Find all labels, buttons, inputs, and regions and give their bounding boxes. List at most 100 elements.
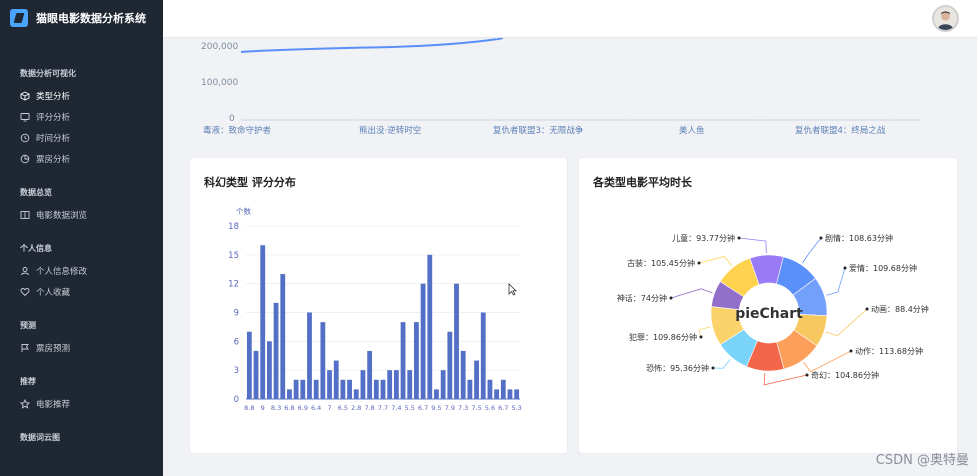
bar[interactable] — [460, 350, 466, 399]
sidebar-item-rating-analysis[interactable]: 评分分析 — [0, 106, 163, 127]
heart-icon — [20, 287, 30, 297]
bar[interactable] — [454, 283, 459, 399]
bar[interactable] — [287, 389, 292, 399]
label-line — [670, 288, 713, 299]
label-line — [802, 237, 822, 264]
sidebar-item-movie-recommend[interactable]: 电影推荐 — [0, 393, 163, 414]
bar[interactable] — [320, 322, 326, 399]
bar[interactable] — [440, 370, 446, 399]
sidebar-item-label: 个人收藏 — [36, 287, 71, 298]
logo-icon — [10, 9, 28, 27]
avatar[interactable] — [932, 5, 959, 32]
label-dot — [819, 236, 823, 240]
x-tick-label: 6.7 — [498, 404, 508, 412]
label-line — [803, 350, 852, 373]
bar[interactable] — [367, 350, 373, 399]
label-dot — [843, 266, 847, 270]
bar[interactable] — [333, 360, 339, 399]
bar[interactable] — [420, 283, 426, 399]
x-tick-label: 6.9 — [298, 404, 308, 412]
bar[interactable] — [467, 379, 473, 399]
bar[interactable] — [480, 312, 486, 400]
bar[interactable] — [400, 322, 406, 399]
nav-group-wordcloud: 数据词云图 — [20, 433, 60, 442]
nav-group-recommend: 推荐 — [20, 377, 36, 386]
bar[interactable] — [340, 379, 346, 399]
bar[interactable] — [474, 360, 479, 399]
y-tick-label: 3 — [234, 366, 239, 376]
x-tick-label: 9.5 — [431, 404, 441, 412]
x-tick-label: 5.5 — [405, 404, 415, 412]
rating-bar-chart: 个数 0 3 6 9 12 15 18 8.8 9 8.3 6.8 6.9 6.4 7 6.5 2.8 7.8 7.… — [228, 206, 522, 412]
x-tick-label: 6.5 — [338, 404, 348, 412]
bar[interactable] — [253, 350, 259, 399]
x-tick-label: 毒液：致命守护者 — [203, 126, 272, 136]
top-boxoffice-chart: 200,000 100,000 0 毒液：致命守护者 熊出没·逆转时空 复仇者联… — [163, 38, 977, 142]
bar[interactable] — [293, 379, 299, 399]
pie-label: 爱情：109.68分钟 — [849, 263, 917, 273]
rating-distribution-card: 科幻类型 评分分布 个数 0 3 6 9 12 15 18 8.8 9 8.3 6.8 6.9 6.4 7 6… — [189, 157, 568, 454]
bar[interactable] — [514, 389, 520, 399]
bar[interactable] — [380, 379, 386, 399]
sidebar-item-movie-browse[interactable]: 电影数据浏览 — [0, 204, 163, 225]
bar[interactable] — [300, 379, 306, 399]
sidebar-item-time-analysis[interactable]: 时间分析 — [0, 127, 163, 148]
y-tick-label: 15 — [228, 251, 239, 261]
x-tick-label: 复仇者联盟3：无限战争 — [493, 126, 584, 136]
bar[interactable] — [487, 379, 493, 399]
sidebar-item-label: 电影推荐 — [36, 399, 71, 410]
bar[interactable] — [360, 370, 366, 399]
label-dot — [669, 296, 673, 300]
label-line — [763, 372, 808, 386]
sidebar-item-label: 票房预测 — [36, 343, 71, 354]
label-dot — [737, 236, 741, 240]
cube-icon — [20, 90, 30, 101]
clock-icon — [20, 133, 30, 143]
sidebar-item-boxoffice-analysis[interactable]: 票房分析 — [0, 148, 163, 169]
monitor-icon — [20, 112, 30, 122]
x-tick-label: 7.7 — [378, 404, 388, 412]
bar[interactable] — [260, 245, 266, 399]
bar[interactable] — [313, 379, 319, 399]
y-tick-label: 12 — [228, 280, 239, 290]
bar[interactable] — [434, 389, 439, 399]
bar[interactable] — [387, 370, 393, 399]
bar[interactable] — [500, 379, 506, 399]
watermark: CSDN @奥特曼 — [875, 453, 969, 468]
x-tick-label: 7.5 — [471, 404, 481, 412]
flag-icon — [20, 343, 30, 353]
pie-label: 恐怖：95.36分钟 — [646, 363, 709, 373]
pie-label: 奇幻：104.86分钟 — [811, 370, 879, 380]
bar[interactable] — [393, 370, 399, 399]
bar[interactable] — [327, 370, 332, 399]
y-axis-title: 个数 — [236, 206, 251, 216]
bar[interactable] — [347, 379, 352, 399]
nav-group-overview: 数据总览 — [20, 188, 52, 197]
brand[interactable]: 猫眼电影数据分析系统 — [0, 0, 163, 36]
sidebar-item-label: 电影数据浏览 — [36, 210, 88, 221]
sidebar: 猫眼电影数据分析系统 数据分析可视化 类型分析 评分分析 时间分析 票房分析 数… — [0, 0, 163, 476]
sidebar-item-boxoffice-predict[interactable]: 票房预测 — [0, 337, 163, 358]
bar[interactable] — [494, 389, 500, 399]
bar[interactable] — [246, 331, 252, 399]
bar[interactable] — [447, 331, 453, 399]
sidebar-item-favorites[interactable]: 个人收藏 — [0, 281, 163, 302]
bar[interactable] — [307, 312, 312, 400]
x-tick-label: 5.6 — [485, 404, 495, 412]
bar[interactable] — [414, 322, 419, 399]
label-line — [826, 267, 846, 296]
bar[interactable] — [266, 341, 272, 399]
x-tick-label: 7.8 — [364, 404, 374, 412]
bar[interactable] — [407, 370, 413, 399]
sidebar-item-type-analysis[interactable]: 类型分析 — [0, 85, 163, 106]
x-tick-label: 9 — [261, 404, 265, 412]
bar[interactable] — [373, 379, 379, 399]
y-tick-label: 18 — [228, 222, 239, 232]
bar[interactable] — [280, 274, 286, 399]
bar[interactable] — [427, 254, 433, 399]
bar[interactable] — [273, 302, 279, 399]
bar[interactable] — [507, 389, 513, 399]
sidebar-item-edit-profile[interactable]: 个人信息修改 — [0, 260, 163, 281]
duration-pie-card: 各类型电影平均时长 剧情：108.63分钟 爱情：109.68分钟 动画：88.4分… — [578, 157, 958, 454]
bar[interactable] — [353, 389, 359, 399]
